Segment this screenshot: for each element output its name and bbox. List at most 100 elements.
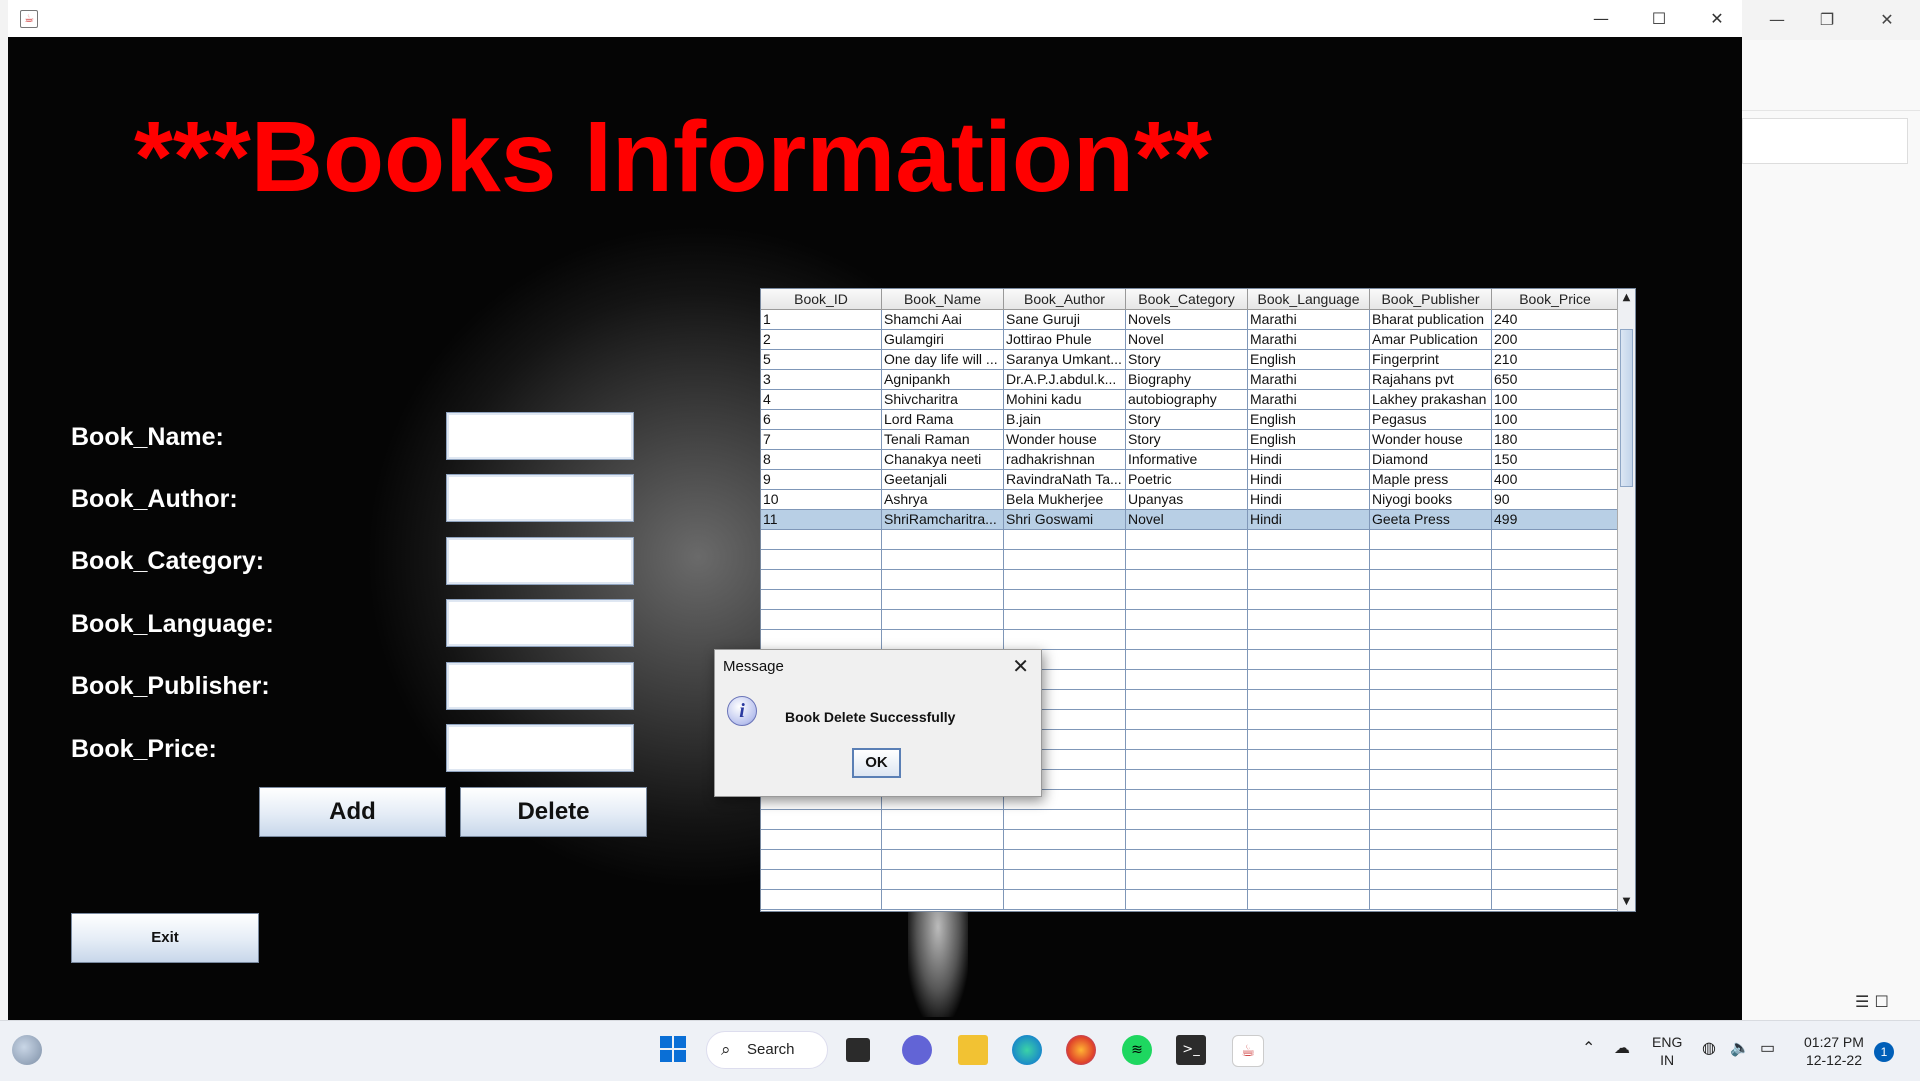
books-table[interactable]: Book_ID Book_Name Book_Author Book_Categ…: [760, 288, 1636, 912]
table-cell[interactable]: [1248, 570, 1370, 589]
java-taskbar-icon[interactable]: ☕: [1232, 1035, 1264, 1067]
table-cell[interactable]: Shivcharitra: [882, 390, 1004, 409]
table-cell[interactable]: [1248, 850, 1370, 869]
table-cell[interactable]: Hindi: [1248, 470, 1370, 489]
scrollbar-thumb[interactable]: [1620, 329, 1633, 487]
table-cell[interactable]: [761, 570, 882, 589]
table-cell[interactable]: [761, 810, 882, 829]
table-cell[interactable]: [1248, 590, 1370, 609]
table-cell[interactable]: [1126, 870, 1248, 889]
onedrive-icon[interactable]: ☁: [1614, 1040, 1630, 1058]
table-cell[interactable]: Geeta Press: [1370, 510, 1492, 529]
spotify-icon[interactable]: ≋: [1122, 1035, 1152, 1065]
column-header[interactable]: Book_Publisher: [1370, 289, 1492, 309]
maximize-button[interactable]: ☐: [1636, 4, 1682, 34]
table-cell[interactable]: [1248, 750, 1370, 769]
table-cell[interactable]: [1126, 530, 1248, 549]
table-cell[interactable]: [1248, 630, 1370, 649]
table-row[interactable]: [761, 550, 1619, 570]
file-explorer-icon[interactable]: [958, 1035, 988, 1065]
table-cell[interactable]: [1126, 610, 1248, 629]
terminal-icon[interactable]: >_: [1176, 1035, 1206, 1065]
table-cell[interactable]: [1126, 770, 1248, 789]
table-cell[interactable]: [1370, 810, 1492, 829]
table-cell[interactable]: [1248, 890, 1370, 909]
table-cell[interactable]: Rajahans pvt: [1370, 370, 1492, 389]
table-cell[interactable]: 200: [1492, 330, 1619, 349]
table-cell[interactable]: [1248, 710, 1370, 729]
table-cell[interactable]: [1248, 810, 1370, 829]
table-row[interactable]: [761, 890, 1619, 910]
table-cell[interactable]: [1492, 650, 1619, 669]
table-cell[interactable]: [1248, 530, 1370, 549]
task-view-icon[interactable]: [846, 1038, 870, 1062]
table-cell[interactable]: [1492, 530, 1619, 549]
table-row[interactable]: 1 Shamchi Aai Sane Guruji Novels Marathi Bhar…: [761, 310, 1619, 330]
table-row[interactable]: 5 One day life will ... Saranya Umkant... S…: [761, 350, 1619, 370]
table-row[interactable]: [761, 810, 1619, 830]
ok-button[interactable]: OK: [852, 748, 901, 778]
table-cell[interactable]: [1126, 670, 1248, 689]
column-header[interactable]: Book_Language: [1248, 289, 1370, 309]
table-cell[interactable]: [1370, 570, 1492, 589]
table-cell[interactable]: [882, 550, 1004, 569]
table-cell[interactable]: [1126, 830, 1248, 849]
table-cell[interactable]: [1370, 610, 1492, 629]
table-cell[interactable]: 10: [761, 490, 882, 509]
table-cell[interactable]: 8: [761, 450, 882, 469]
table-cell[interactable]: [1126, 890, 1248, 909]
page-view-icon[interactable]: ☐: [1874, 992, 1888, 1011]
chevron-up-icon[interactable]: ⌃: [1582, 1040, 1595, 1058]
table-cell[interactable]: [1370, 550, 1492, 569]
table-cell[interactable]: [1248, 730, 1370, 749]
table-cell[interactable]: [882, 830, 1004, 849]
table-cell[interactable]: Story: [1126, 410, 1248, 429]
table-cell[interactable]: 210: [1492, 350, 1619, 369]
table-cell[interactable]: 150: [1492, 450, 1619, 469]
delete-button[interactable]: Delete: [460, 787, 647, 837]
table-cell[interactable]: Bharat publication: [1370, 310, 1492, 329]
table-cell[interactable]: Fingerprint: [1370, 350, 1492, 369]
table-cell[interactable]: 180: [1492, 430, 1619, 449]
language-indicator[interactable]: ENG IN: [1652, 1033, 1682, 1069]
table-cell[interactable]: [882, 810, 1004, 829]
table-cell[interactable]: Shamchi Aai: [882, 310, 1004, 329]
table-cell[interactable]: [761, 890, 882, 909]
table-row[interactable]: [761, 590, 1619, 610]
book-publisher-input[interactable]: [446, 662, 634, 710]
table-cell[interactable]: [882, 870, 1004, 889]
table-cell[interactable]: [1370, 690, 1492, 709]
table-cell[interactable]: 5: [761, 350, 882, 369]
table-cell[interactable]: English: [1248, 350, 1370, 369]
table-cell[interactable]: [1370, 750, 1492, 769]
table-cell[interactable]: [1492, 810, 1619, 829]
close-button[interactable]: ✕: [1694, 4, 1740, 34]
table-cell[interactable]: [882, 610, 1004, 629]
network-icon[interactable]: ◍: [1702, 1040, 1716, 1058]
table-cell[interactable]: 400: [1492, 470, 1619, 489]
table-cell[interactable]: Informative: [1126, 450, 1248, 469]
table-cell[interactable]: 6: [761, 410, 882, 429]
column-header[interactable]: Book_Price: [1492, 289, 1619, 309]
book-name-input[interactable]: [446, 412, 634, 460]
table-cell[interactable]: 90: [1492, 490, 1619, 509]
book-language-input[interactable]: [446, 599, 634, 647]
table-cell[interactable]: [1248, 770, 1370, 789]
table-cell[interactable]: 4: [761, 390, 882, 409]
table-cell[interactable]: [1370, 830, 1492, 849]
table-row[interactable]: [761, 570, 1619, 590]
table-cell[interactable]: [761, 550, 882, 569]
table-cell[interactable]: [1492, 870, 1619, 889]
bg-minimize-button[interactable]: —: [1762, 6, 1792, 34]
scroll-down-icon[interactable]: ▼: [1618, 893, 1635, 911]
table-cell[interactable]: Niyogi books: [1370, 490, 1492, 509]
table-cell[interactable]: Marathi: [1248, 370, 1370, 389]
clock[interactable]: 01:27 PM 12-12-22: [1804, 1033, 1864, 1069]
table-cell[interactable]: [1248, 690, 1370, 709]
table-cell[interactable]: Novel: [1126, 510, 1248, 529]
table-cell[interactable]: [1248, 830, 1370, 849]
table-cell[interactable]: [1126, 630, 1248, 649]
table-row[interactable]: [761, 610, 1619, 630]
table-cell[interactable]: Chanakya neeti: [882, 450, 1004, 469]
table-cell[interactable]: [1248, 610, 1370, 629]
